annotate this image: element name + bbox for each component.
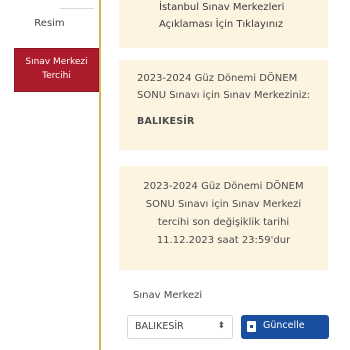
sidebar: Resim Sınav Merkezi Tercihi	[0, 0, 101, 350]
exam-center-select[interactable]: BALIKESİR ⬍	[127, 315, 233, 339]
save-icon	[247, 321, 256, 332]
select-arrows-icon: ⬍	[217, 321, 225, 331]
deadline-line-4: 11.12.2023 saat 23:59'dur	[156, 235, 291, 246]
update-button[interactable]: Güncelle	[241, 315, 329, 339]
sidebar-item-sinav-merkezi-tercihi[interactable]: Sınav Merkezi Tercihi	[14, 48, 99, 92]
explanation-link[interactable]: Açıklaması İçin Tıklayınız	[159, 19, 322, 30]
sidebar-item-label-line1: Sınav Merkezi	[25, 57, 88, 67]
info-line-2: SONU Sınavı için Sınav Merkeziniz:	[137, 90, 311, 101]
sidebar-item-label-line2: Tercihi	[42, 71, 71, 81]
current-exam-center: BALIKESİR	[137, 116, 195, 127]
deadline-panel: 2023-2024 Güz Dönemi DÖNEM SONU Sınavı i…	[119, 166, 328, 270]
sidebar-divider	[60, 8, 94, 9]
update-button-label: Güncelle	[263, 320, 305, 331]
exam-center-info-panel: 2023-2024 Güz Dönemi DÖNEM SONU Sınavı i…	[119, 60, 328, 150]
sidebar-item-resim[interactable]: Resim	[0, 18, 99, 29]
info-panel-links: İstanbul Sınav Merkezleri Açıklaması İçi…	[119, 0, 328, 48]
deadline-line-1: 2023-2024 Güz Dönemi DÖNEM	[143, 181, 304, 192]
istanbul-centers-link[interactable]: İstanbul Sınav Merkezleri	[159, 2, 322, 13]
exam-center-label: Sınav Merkezi	[133, 290, 203, 301]
deadline-line-2: SONU Sınavı için Sınav Merkezi	[145, 199, 302, 210]
info-line-1: 2023-2024 Güz Dönemi DÖNEM	[137, 73, 298, 84]
exam-center-select-value: BALIKESİR	[135, 321, 184, 332]
deadline-line-3: tercihi son değişiklik tarihi	[157, 217, 290, 228]
main-content: İstanbul Sınav Merkezleri Açıklaması İçi…	[101, 0, 350, 350]
